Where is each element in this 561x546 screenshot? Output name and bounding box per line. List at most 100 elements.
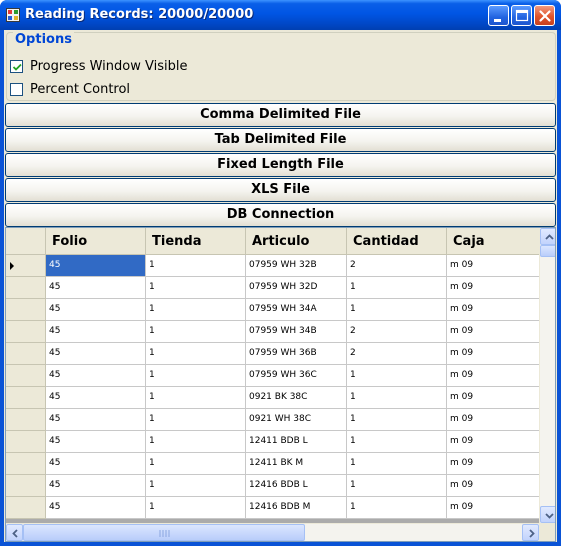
table-cell[interactable]: 2 — [347, 343, 447, 365]
table-cell[interactable]: 45 — [46, 387, 146, 409]
table-cell[interactable]: 2 — [347, 255, 447, 277]
column-header[interactable]: Caja — [447, 228, 539, 255]
table-cell[interactable]: 1 — [146, 475, 246, 497]
progress-window-visible-checkbox[interactable]: Progress Window Visible — [10, 58, 187, 74]
maximize-button[interactable] — [511, 5, 532, 26]
table-cell[interactable]: 0921 BK 38C — [246, 387, 347, 409]
table-cell[interactable]: m 09 — [447, 387, 539, 409]
table-cell[interactable]: 1 — [146, 299, 246, 321]
table-cell[interactable]: 1 — [347, 475, 447, 497]
table-cell[interactable]: 07959 WH 36B — [246, 343, 347, 365]
table-cell[interactable]: m 09 — [447, 277, 539, 299]
xls-file-button[interactable]: XLS File — [5, 178, 556, 202]
horizontal-scrollbar[interactable] — [6, 523, 539, 541]
table-cell[interactable]: 1 — [146, 431, 246, 453]
table-cell[interactable]: m 09 — [447, 255, 539, 277]
comma-delimited-file-button[interactable]: Comma Delimited File — [5, 103, 556, 127]
row-header[interactable] — [6, 475, 46, 497]
column-header[interactable]: Articulo — [246, 228, 347, 255]
table-cell[interactable]: 1 — [347, 409, 447, 431]
records-datagrid[interactable]: Folio Tienda Articulo Cantidad Caja 45 1 07959 … — [5, 227, 556, 542]
column-header[interactable]: Folio — [46, 228, 146, 255]
table-cell[interactable]: 1 — [347, 497, 447, 519]
checkbox-box[interactable] — [10, 82, 23, 96]
row-header[interactable] — [6, 343, 46, 365]
table-cell[interactable]: 1 — [146, 453, 246, 475]
table-cell[interactable]: 07959 WH 36C — [246, 365, 347, 387]
table-cell[interactable]: 1 — [146, 497, 246, 519]
checkbox-box[interactable] — [10, 59, 23, 73]
column-header[interactable]: Cantidad — [347, 228, 447, 255]
row-header[interactable] — [6, 365, 46, 387]
table-cell[interactable]: 1 — [146, 277, 246, 299]
table-cell[interactable]: m 09 — [447, 453, 539, 475]
table-cell[interactable]: 12416 BDB M — [246, 497, 347, 519]
table-cell[interactable]: 45 — [46, 343, 146, 365]
percent-control-checkbox[interactable]: Percent Control — [10, 81, 130, 97]
table-cell[interactable]: 1 — [146, 255, 246, 277]
table-cell[interactable]: 45 — [46, 299, 146, 321]
db-connection-button[interactable]: DB Connection — [5, 203, 556, 227]
table-cell[interactable]: 1 — [146, 409, 246, 431]
table-cell[interactable]: 45 — [46, 431, 146, 453]
table-cell[interactable]: m 09 — [447, 409, 539, 431]
column-header[interactable]: Tienda — [146, 228, 246, 255]
row-header[interactable] — [6, 255, 46, 277]
table-cell[interactable]: 0921 WH 38C — [246, 409, 347, 431]
scroll-up-button[interactable] — [540, 228, 555, 245]
table-cell[interactable]: 1 — [146, 365, 246, 387]
tab-delimited-file-button[interactable]: Tab Delimited File — [5, 128, 556, 152]
table-cell[interactable]: 07959 WH 34A — [246, 299, 347, 321]
row-header[interactable] — [6, 409, 46, 431]
table-cell[interactable]: 1 — [347, 299, 447, 321]
table-cell[interactable]: 07959 WH 32D — [246, 277, 347, 299]
table-cell[interactable]: m 09 — [447, 321, 539, 343]
table-cell[interactable]: 1 — [347, 277, 447, 299]
close-button[interactable] — [534, 5, 555, 26]
row-header[interactable] — [6, 299, 46, 321]
table-cell[interactable]: m 09 — [447, 475, 539, 497]
minimize-button[interactable] — [488, 5, 509, 26]
table-cell[interactable]: 07959 WH 34B — [246, 321, 347, 343]
table-cell[interactable]: m 09 — [447, 497, 539, 519]
row-header[interactable] — [6, 277, 46, 299]
row-header[interactable] — [6, 453, 46, 475]
table-cell[interactable]: 2 — [347, 321, 447, 343]
vertical-scrollbar[interactable] — [539, 228, 555, 523]
table-cell[interactable]: 1 — [347, 365, 447, 387]
vertical-scroll-thumb[interactable] — [540, 245, 555, 257]
table-cell[interactable]: 07959 WH 32B — [246, 255, 347, 277]
table-cell[interactable]: 45 — [46, 409, 146, 431]
scroll-down-button[interactable] — [540, 506, 555, 523]
table-cell[interactable]: 1 — [146, 387, 246, 409]
top-left-header[interactable] — [6, 228, 46, 255]
table-cell[interactable]: m 09 — [447, 431, 539, 453]
table-cell[interactable]: 1 — [146, 343, 246, 365]
scroll-right-button[interactable] — [522, 524, 539, 541]
row-header[interactable] — [6, 387, 46, 409]
table-cell[interactable]: m 09 — [447, 365, 539, 387]
table-cell[interactable]: m 09 — [447, 343, 539, 365]
table-cell[interactable]: 45 — [46, 277, 146, 299]
table-cell[interactable]: m 09 — [447, 299, 539, 321]
table-cell[interactable]: 12411 BDB L — [246, 431, 347, 453]
table-cell[interactable]: 12416 BDB L — [246, 475, 347, 497]
row-header[interactable] — [6, 497, 46, 519]
table-cell[interactable]: 45 — [46, 475, 146, 497]
table-cell[interactable]: 45 — [46, 497, 146, 519]
table-cell[interactable]: 45 — [46, 453, 146, 475]
table-cell[interactable]: 45 — [46, 255, 146, 277]
scroll-left-button[interactable] — [6, 524, 23, 541]
table-cell[interactable]: 45 — [46, 321, 146, 343]
table-cell[interactable]: 1 — [347, 387, 447, 409]
table-cell[interactable]: 45 — [46, 365, 146, 387]
table-cell[interactable]: 12411 BK M — [246, 453, 347, 475]
table-cell[interactable]: 1 — [347, 431, 447, 453]
row-header[interactable] — [6, 431, 46, 453]
fixed-length-file-button[interactable]: Fixed Length File — [5, 153, 556, 177]
table-cell[interactable]: 1 — [347, 453, 447, 475]
table-cell[interactable]: 1 — [146, 321, 246, 343]
horizontal-scroll-thumb[interactable] — [23, 524, 305, 541]
title-bar[interactable]: Reading Records: 20000/20000 — [0, 0, 561, 30]
row-header[interactable] — [6, 321, 46, 343]
